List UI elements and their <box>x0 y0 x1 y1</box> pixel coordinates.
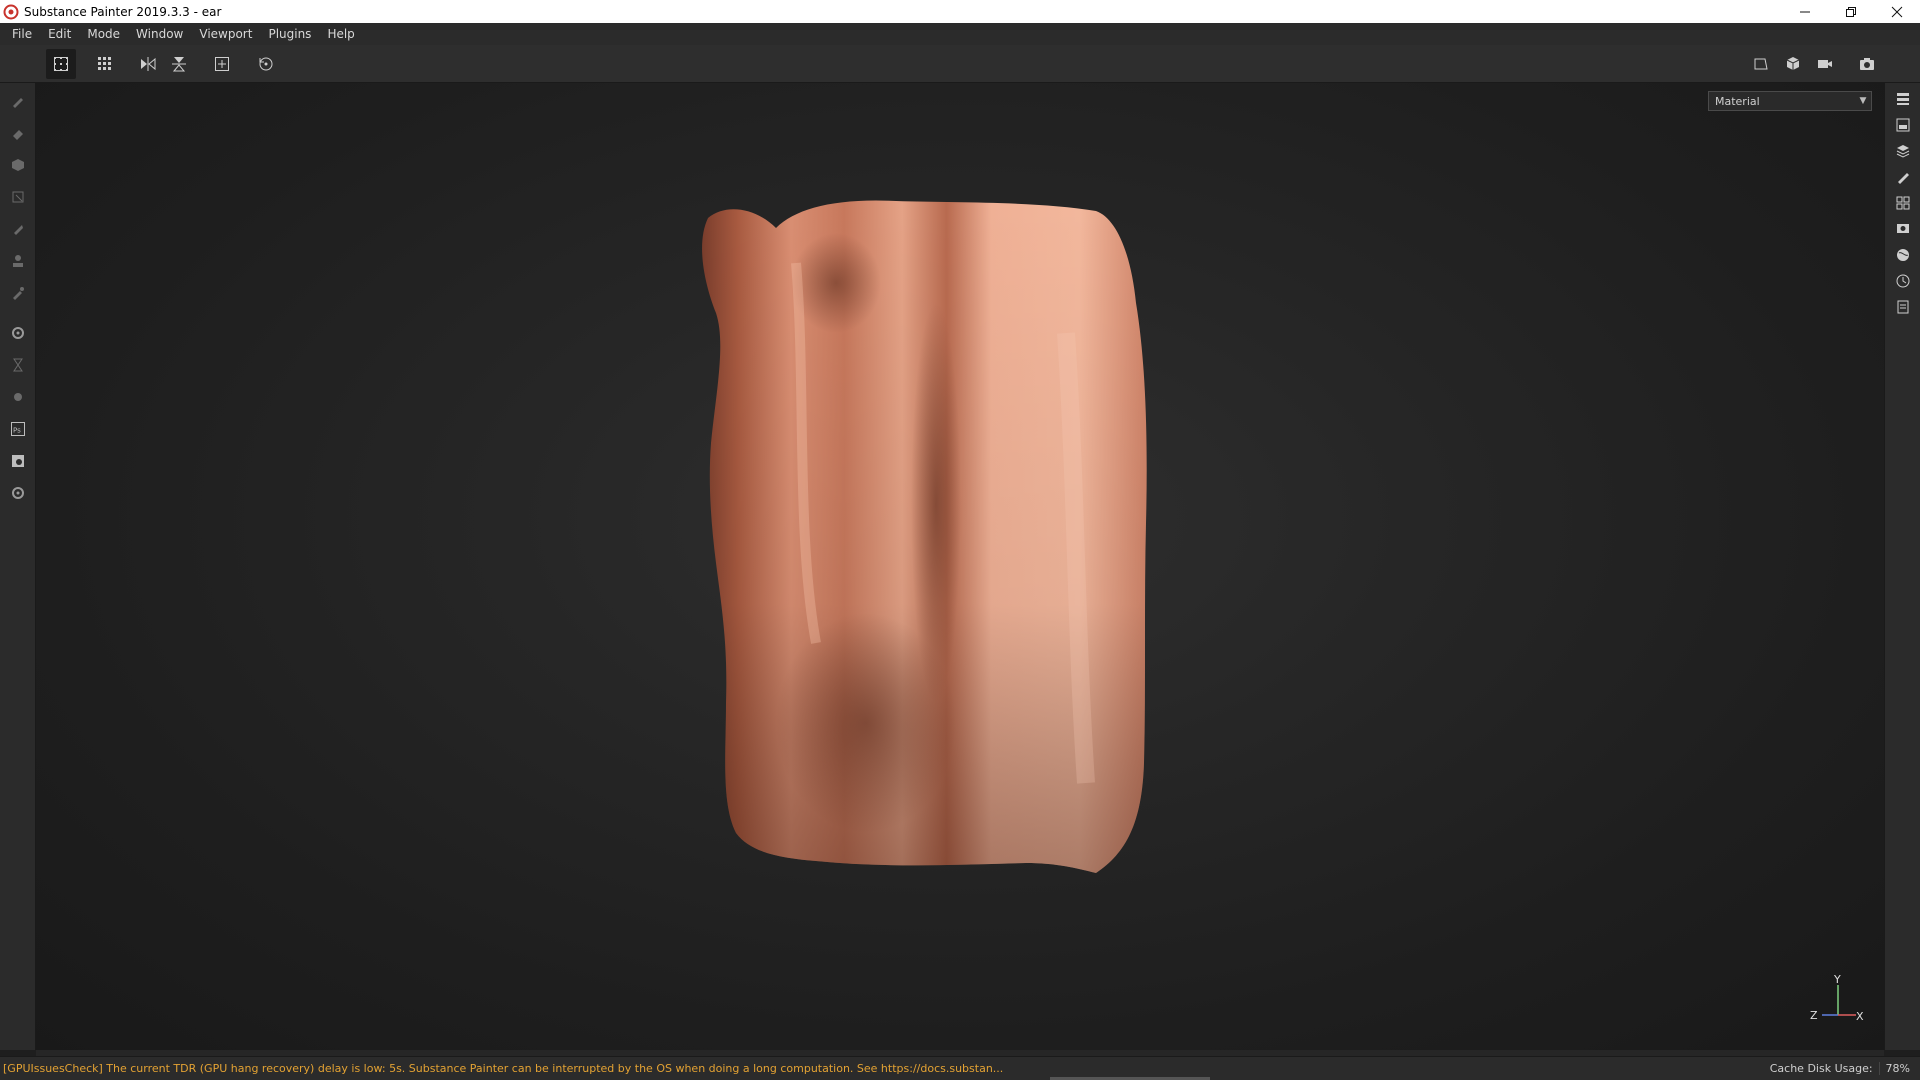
polygon-fill-icon[interactable] <box>6 185 30 209</box>
cache-disk-usage-value: 78% <box>1878 1062 1920 1075</box>
mirror-x-icon[interactable] <box>133 49 163 79</box>
hourglass-icon[interactable] <box>6 353 30 377</box>
layers-panel-icon[interactable] <box>1891 87 1915 111</box>
photoshop-icon[interactable]: Ps <box>6 417 30 441</box>
right-panel-strip <box>1884 83 1920 1050</box>
menu-help[interactable]: Help <box>319 23 362 45</box>
channel-select[interactable]: Material ▼ <box>1708 91 1872 111</box>
display-settings-icon[interactable] <box>1891 217 1915 241</box>
add-frame-icon[interactable] <box>207 49 237 79</box>
log-icon[interactable] <box>1891 295 1915 319</box>
gizmo-z-label: Z <box>1810 1009 1818 1022</box>
status-bar: [GPUIssuesCheck] The current TDR (GPU ha… <box>0 1056 1920 1080</box>
smudge-icon[interactable] <box>6 217 30 241</box>
layer-stack-icon[interactable] <box>1891 139 1915 163</box>
substance-icon[interactable] <box>6 385 30 409</box>
settings-icon[interactable] <box>6 481 30 505</box>
close-icon[interactable] <box>1874 0 1920 23</box>
left-tool-strip: Ps <box>0 83 36 1050</box>
projection-icon[interactable] <box>6 153 30 177</box>
history-icon[interactable] <box>1891 269 1915 293</box>
export-icon[interactable] <box>6 449 30 473</box>
menu-file[interactable]: File <box>4 23 40 45</box>
chevron-down-icon: ▼ <box>1859 96 1867 106</box>
grid-selection-icon[interactable] <box>46 49 76 79</box>
menu-viewport[interactable]: Viewport <box>191 23 260 45</box>
gizmo-x-label: X <box>1856 1010 1864 1023</box>
menu-bar: File Edit Mode Window Viewport Plugins H… <box>0 23 1920 45</box>
3d-viewport[interactable]: Material ▼ Y Z X <box>36 83 1884 1050</box>
texture-set-settings-icon[interactable] <box>1891 191 1915 215</box>
view-2d-icon[interactable] <box>1746 49 1776 79</box>
channel-select-value: Material <box>1715 94 1760 108</box>
reset-icon[interactable] <box>251 49 281 79</box>
color-picker-icon[interactable] <box>6 281 30 305</box>
mirror-y-icon[interactable] <box>164 49 194 79</box>
menu-edit[interactable]: Edit <box>40 23 79 45</box>
view-3d-icon[interactable] <box>1778 49 1808 79</box>
gizmo-y-label: Y <box>1833 973 1841 986</box>
svg-text:Ps: Ps <box>13 427 21 435</box>
window-title: Substance Painter 2019.3.3 - ear <box>24 4 222 19</box>
ear-fold-shadow <box>911 303 961 703</box>
screenshot-icon[interactable] <box>1852 49 1882 79</box>
camera-icon[interactable] <box>1810 49 1840 79</box>
ear-cavity-shadow <box>791 233 881 333</box>
properties-icon[interactable] <box>1891 165 1915 189</box>
menu-mode[interactable]: Mode <box>79 23 128 45</box>
status-message[interactable]: [GPUIssuesCheck] The current TDR (GPU ha… <box>0 1062 1770 1075</box>
eraser-icon[interactable] <box>6 121 30 145</box>
ear-mesh-render[interactable] <box>36 83 1884 1050</box>
toolbar <box>0 45 1920 83</box>
bake-settings-icon[interactable] <box>6 321 30 345</box>
clone-stamp-icon[interactable] <box>6 249 30 273</box>
menu-plugins[interactable]: Plugins <box>260 23 319 45</box>
substance-painter-logo-icon <box>3 4 19 19</box>
title-bar: Substance Painter 2019.3.3 - ear <box>0 0 1920 23</box>
shader-settings-icon[interactable] <box>1891 243 1915 267</box>
menu-window[interactable]: Window <box>128 23 191 45</box>
restore-icon[interactable] <box>1828 0 1874 23</box>
axis-gizmo: Y Z X <box>1810 973 1864 1023</box>
texture-set-icon[interactable] <box>1891 113 1915 137</box>
minimize-icon[interactable] <box>1782 0 1828 23</box>
grid-options-icon[interactable] <box>90 49 120 79</box>
paint-brush-icon[interactable] <box>6 89 30 113</box>
cache-disk-usage-label: Cache Disk Usage: <box>1769 1062 1873 1075</box>
